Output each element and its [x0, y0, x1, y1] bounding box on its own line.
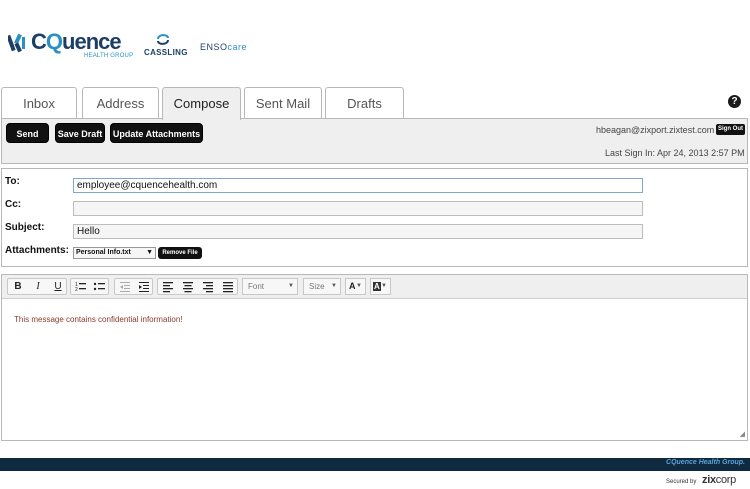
- message-body[interactable]: This message contains confidential infor…: [14, 315, 183, 324]
- compose-toolbar: Send Save Draft Update Attachments hbeag…: [1, 118, 748, 164]
- dropdown-arrow-icon: ▼: [381, 283, 387, 289]
- indent-icon[interactable]: [134, 279, 154, 294]
- italic-button[interactable]: I: [28, 279, 48, 294]
- attachments-label: Attachments:: [5, 245, 69, 256]
- tab-address[interactable]: Address: [82, 87, 159, 119]
- resize-handle-icon[interactable]: ◢: [740, 430, 745, 438]
- tab-drafts[interactable]: Drafts: [325, 87, 404, 119]
- outdent-icon[interactable]: [115, 279, 135, 294]
- footer-company-name: CQuence Health Group.: [666, 459, 745, 466]
- cquence-mark-icon: [8, 33, 25, 53]
- logo-bar: CQuence HEALTH GROUP CASSLING ENSOcare: [0, 0, 750, 86]
- bold-button[interactable]: B: [8, 279, 28, 294]
- subject-field[interactable]: Hello: [73, 224, 643, 239]
- tab-sent-mail[interactable]: Sent Mail: [244, 87, 322, 119]
- font-select[interactable]: Font ▼: [242, 278, 298, 295]
- editor-toolbar: B I U 12 Font ▼ Size ▼ A ▼ A ▼: [2, 275, 747, 299]
- indent-group: [114, 278, 153, 295]
- attachment-selected-value: Personal Info.txt: [76, 249, 131, 256]
- cquence-subtitle: HEALTH GROUP: [84, 53, 134, 59]
- text-color-button[interactable]: A ▼: [345, 278, 366, 295]
- bulleted-list-icon[interactable]: [90, 279, 110, 294]
- user-email: hbeagan@zixport.zixtest.com: [596, 125, 715, 135]
- underline-button[interactable]: U: [48, 279, 68, 294]
- svg-text:2: 2: [75, 287, 78, 293]
- background-color-button[interactable]: A ▼: [370, 278, 391, 295]
- align-justify-icon[interactable]: [218, 279, 238, 294]
- cc-field[interactable]: [73, 201, 643, 216]
- sign-out-button[interactable]: Sign Out: [716, 124, 745, 135]
- attachment-select[interactable]: Personal Info.txt ▼: [73, 247, 156, 259]
- dropdown-arrow-icon: ▼: [288, 283, 294, 289]
- send-button[interactable]: Send: [6, 123, 49, 143]
- cassling-wordmark: CASSLING: [144, 48, 188, 57]
- cc-label: Cc:: [5, 199, 22, 210]
- message-editor: B I U 12 Font ▼ Size ▼ A ▼ A ▼ This mess…: [1, 274, 748, 441]
- dropdown-arrow-icon: ▼: [356, 283, 362, 289]
- message-fields-panel: To: employee@cquencehealth.com Cc: Subje…: [1, 168, 748, 267]
- cquence-logo: CQuence HEALTH GROUP: [8, 29, 134, 61]
- cassling-logo: CASSLING: [142, 33, 188, 59]
- footer-bar: CQuence Health Group.: [0, 458, 750, 471]
- to-label: To:: [5, 176, 20, 187]
- dropdown-arrow-icon: ▼: [331, 283, 337, 289]
- last-sign-in: Last Sign In: Apr 24, 2013 2:57 PM: [605, 148, 745, 158]
- size-select[interactable]: Size ▼: [303, 278, 341, 295]
- update-attachments-button[interactable]: Update Attachments: [110, 123, 203, 143]
- secured-by-label: Secured by: [666, 479, 697, 485]
- font-select-label: Font: [248, 282, 265, 291]
- list-group: 12: [70, 278, 109, 295]
- ensocare-logo: ENSOcare: [200, 42, 248, 52]
- background-color-icon: A: [373, 282, 381, 291]
- format-group: B I U: [7, 278, 67, 295]
- help-icon[interactable]: ?: [728, 95, 741, 108]
- zixcorp-logo: zixcorp: [702, 474, 736, 486]
- align-left-icon[interactable]: [158, 279, 178, 294]
- text-color-icon: A: [349, 281, 356, 291]
- to-field[interactable]: employee@cquencehealth.com: [73, 178, 643, 193]
- save-draft-button[interactable]: Save Draft: [55, 123, 105, 143]
- cquence-wordmark: CQuence: [31, 29, 122, 54]
- tab-compose[interactable]: Compose: [162, 87, 241, 120]
- dropdown-arrow-icon: ▼: [146, 249, 153, 256]
- subject-label: Subject:: [5, 222, 45, 233]
- cassling-swirl-icon: [157, 34, 169, 45]
- align-center-icon[interactable]: [178, 279, 198, 294]
- align-right-icon[interactable]: [198, 279, 218, 294]
- remove-file-button[interactable]: Remove File: [158, 247, 202, 259]
- tab-inbox[interactable]: Inbox: [1, 87, 77, 119]
- size-select-label: Size: [309, 282, 325, 291]
- align-group: [157, 278, 238, 295]
- numbered-list-icon[interactable]: 12: [71, 279, 91, 294]
